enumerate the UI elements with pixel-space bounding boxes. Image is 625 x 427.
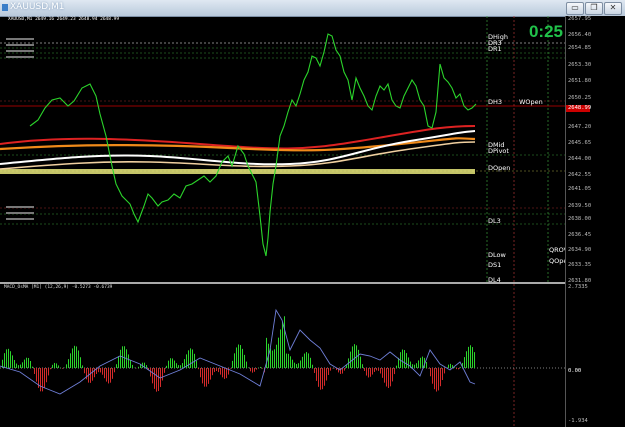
price-axis[interactable]: 2657.95 2656.40 2654.85 2653.30 2651.80 … bbox=[565, 16, 625, 427]
level-label-dlow: DLow bbox=[488, 251, 506, 259]
price-axis-label: 2651.80 bbox=[568, 78, 592, 84]
macd-axis-zero: 0.00 bbox=[568, 368, 582, 374]
price-axis-label: 2638.00 bbox=[568, 216, 592, 222]
price-axis-label: 2654.85 bbox=[568, 45, 592, 51]
current-price-tag: 2648.99 bbox=[566, 105, 592, 112]
price-axis-label: 2657.95 bbox=[568, 16, 592, 22]
price-axis-label: 2633.35 bbox=[568, 262, 592, 268]
minimize-button[interactable]: ▭ bbox=[566, 2, 584, 15]
symbol-info: XAUUSD,M1 2649.16 2649.23 2648.94 2648.9… bbox=[8, 17, 120, 22]
price-axis-label: 2641.05 bbox=[568, 186, 592, 192]
macd-pane[interactable] bbox=[0, 290, 565, 427]
price-axis-label: 2647.20 bbox=[568, 124, 592, 130]
level-label-dr1: DR1 bbox=[488, 45, 502, 53]
window-titlebar: XAUUSD,M1 ▭ ❐ ✕ bbox=[0, 0, 625, 17]
level-label-dh3: DH3 bbox=[488, 98, 503, 106]
restore-button[interactable]: ❐ bbox=[585, 2, 603, 15]
macd-axis-top: 2.7335 bbox=[568, 284, 588, 290]
macd-axis-bottom: -1.934 bbox=[568, 418, 588, 424]
price-axis-label: 2653.30 bbox=[568, 62, 592, 68]
macd-histogram bbox=[2, 316, 475, 392]
level-label-wopen: WOpen bbox=[519, 98, 543, 106]
price-axis-label: 2656.40 bbox=[568, 32, 592, 38]
price-axis-label: 2642.55 bbox=[568, 172, 592, 178]
level-lines bbox=[0, 42, 565, 225]
level-label-dl3: DL3 bbox=[488, 217, 501, 225]
price-axis-label: 2650.25 bbox=[568, 95, 592, 101]
price-axis-label: 2645.65 bbox=[568, 140, 592, 146]
window-title: XAUUSD,M1 bbox=[10, 2, 65, 12]
candle-countdown: 0:25 bbox=[528, 22, 563, 41]
level-label-ds1: DS1 bbox=[488, 261, 502, 269]
price-axis-label: 2634.90 bbox=[568, 247, 592, 253]
price-axis-label: 2639.50 bbox=[568, 203, 592, 209]
pane-divider[interactable] bbox=[0, 282, 565, 284]
price-axis-label: 2636.45 bbox=[568, 232, 592, 238]
chart-window-icon bbox=[2, 4, 8, 11]
daily-open-band bbox=[0, 169, 475, 174]
price-axis-label: 2644.00 bbox=[568, 156, 592, 162]
level-label-dpivot: DPivot bbox=[488, 147, 509, 155]
macd-signal-line bbox=[0, 308, 476, 395]
level-label-dopen: DOpen bbox=[488, 164, 511, 172]
close-button[interactable]: ✕ bbox=[604, 2, 622, 15]
